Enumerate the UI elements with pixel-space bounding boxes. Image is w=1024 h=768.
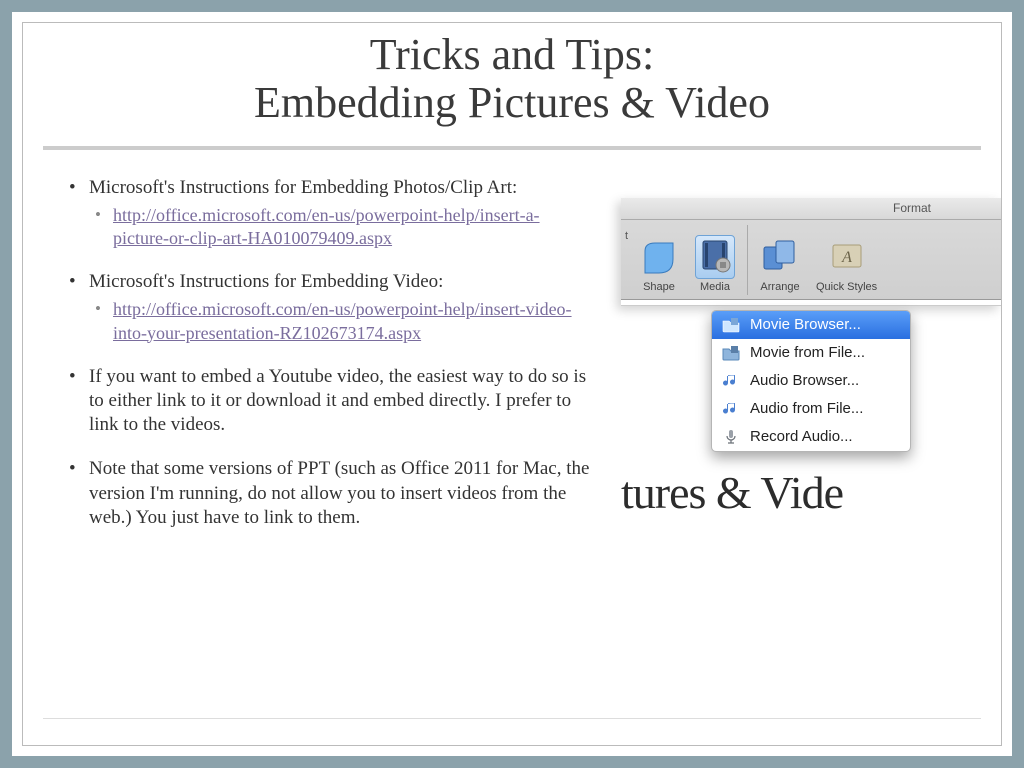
- ribbon-arrange-label: Arrange: [760, 281, 799, 293]
- background-slide-text-fragment: tures & Vide: [621, 466, 1001, 519]
- dropdown-label: Movie Browser...: [750, 316, 861, 333]
- slide-outer-frame: Tricks and Tips: Embedding Pictures & Vi…: [12, 12, 1012, 756]
- ribbon-quickstyles-label: Quick Styles: [816, 281, 877, 293]
- dropdown-item-audio-from-file[interactable]: Audio from File...: [712, 395, 910, 423]
- ribbon-lower-edge: [621, 300, 1001, 306]
- ribbon-media-label: Media: [700, 281, 730, 293]
- ribbon-body: t Shape: [621, 220, 1001, 300]
- ribbon-shape-button[interactable]: Shape: [633, 233, 685, 295]
- bullet-item: Microsoft's Instructions for Embedding V…: [63, 270, 593, 344]
- bullet-text: Microsoft's Instructions for Embedding V…: [89, 271, 443, 292]
- shape-icon: [639, 235, 679, 279]
- ribbon-quickstyles-button[interactable]: A Quick Styles: [810, 233, 883, 295]
- embedded-screenshot-column: Format t Shape: [613, 176, 1001, 708]
- dropdown-label: Movie from File...: [750, 344, 865, 361]
- ms-video-link[interactable]: http://office.microsoft.com/en-us/powerp…: [113, 299, 572, 342]
- bullet-text: If you want to embed a Youtube video, th…: [89, 366, 586, 436]
- bullet-text: Microsoft's Instructions for Embedding P…: [89, 177, 517, 198]
- media-dropdown-menu: Movie Browser... Movie from File...: [711, 310, 911, 452]
- content-row: Microsoft's Instructions for Embedding P…: [23, 150, 1001, 718]
- ribbon-tab-bar: Format: [621, 198, 1001, 220]
- dropdown-item-record-audio[interactable]: Record Audio...: [712, 423, 910, 451]
- dropdown-item-movie-from-file[interactable]: Movie from File...: [712, 339, 910, 367]
- bullet-item: Note that some versions of PPT (such as …: [63, 457, 593, 530]
- dropdown-label: Audio Browser...: [750, 372, 859, 389]
- arrange-icon: [760, 235, 800, 279]
- quick-styles-icon: A: [827, 235, 867, 279]
- dropdown-item-movie-browser[interactable]: Movie Browser...: [712, 311, 910, 339]
- folder-film-icon: [722, 344, 740, 362]
- dropdown-label: Audio from File...: [750, 400, 863, 417]
- bullet-text: Note that some versions of PPT (such as …: [89, 458, 589, 528]
- ribbon-media-button[interactable]: Media: [689, 233, 741, 295]
- media-icon: [695, 235, 735, 279]
- bullet-list-column: Microsoft's Instructions for Embedding P…: [63, 176, 593, 708]
- dropdown-label: Record Audio...: [750, 428, 853, 445]
- microphone-icon: [722, 428, 740, 446]
- dropdown-item-audio-browser[interactable]: Audio Browser...: [712, 367, 910, 395]
- slide-inner-frame: Tricks and Tips: Embedding Pictures & Vi…: [22, 22, 1002, 746]
- ribbon-shape-label: Shape: [643, 281, 675, 293]
- powerpoint-ribbon-screenshot: Format t Shape: [621, 198, 1001, 306]
- bullet-subitem: http://office.microsoft.com/en-us/powerp…: [89, 298, 593, 344]
- footer-divider: [43, 718, 981, 719]
- slide-title: Tricks and Tips: Embedding Pictures & Vi…: [43, 23, 981, 150]
- title-line-1: Tricks and Tips:: [83, 31, 941, 79]
- ribbon-tab-format: Format: [893, 201, 931, 215]
- bullet-item: If you want to embed a Youtube video, th…: [63, 365, 593, 438]
- music-note-icon: [722, 372, 740, 390]
- bullet-subitem: http://office.microsoft.com/en-us/powerp…: [89, 204, 593, 250]
- ribbon-arrange-button[interactable]: Arrange: [754, 233, 806, 295]
- title-line-2: Embedding Pictures & Video: [83, 79, 941, 127]
- ms-photos-link[interactable]: http://office.microsoft.com/en-us/powerp…: [113, 205, 540, 248]
- ribbon-divider: [747, 225, 748, 295]
- folder-film-icon: [722, 316, 740, 334]
- music-note-icon: [722, 400, 740, 418]
- bullet-item: Microsoft's Instructions for Embedding P…: [63, 176, 593, 250]
- ribbon-tab-partial: t: [625, 226, 629, 242]
- svg-text:A: A: [841, 249, 852, 266]
